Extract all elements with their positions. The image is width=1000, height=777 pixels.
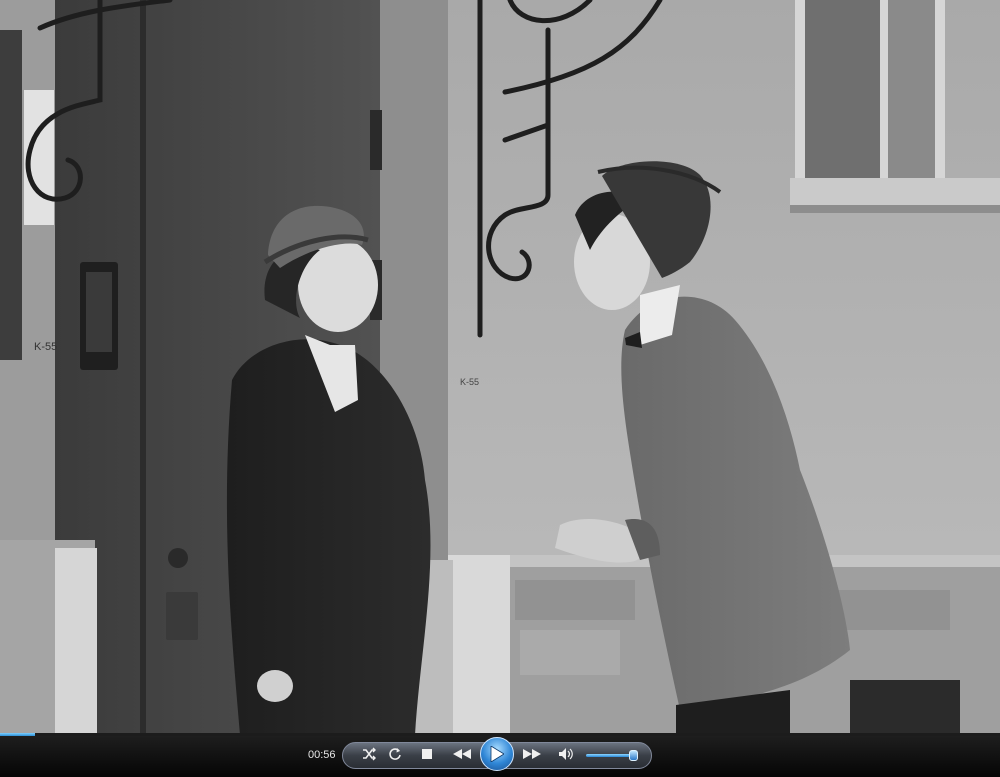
volume-thumb[interactable] <box>628 750 638 761</box>
video-scene: K-55 K-55 <box>0 0 1000 735</box>
repeat-icon <box>389 748 401 760</box>
door-sign-text: K-55 <box>34 341 57 353</box>
wall-mark-text: K-55 <box>460 377 479 387</box>
media-player: K-55 K-55 00:56 <box>0 0 1000 777</box>
mute-button[interactable] <box>557 745 575 763</box>
elapsed-time: 00:56 <box>308 749 336 761</box>
speaker-icon <box>559 748 573 760</box>
next-button[interactable] <box>518 745 546 763</box>
previous-button[interactable] <box>448 745 476 763</box>
video-frame[interactable]: K-55 K-55 <box>0 0 1000 735</box>
previous-icon <box>453 749 471 759</box>
volume-level <box>586 754 633 757</box>
next-icon <box>523 749 541 759</box>
stop-icon <box>422 749 432 759</box>
play-button[interactable] <box>480 737 514 771</box>
stop-button[interactable] <box>418 745 436 763</box>
shuffle-icon <box>363 747 376 761</box>
shuffle-button[interactable] <box>360 745 378 763</box>
play-icon <box>490 746 504 762</box>
repeat-button[interactable] <box>386 745 404 763</box>
wall-plate <box>0 30 22 360</box>
